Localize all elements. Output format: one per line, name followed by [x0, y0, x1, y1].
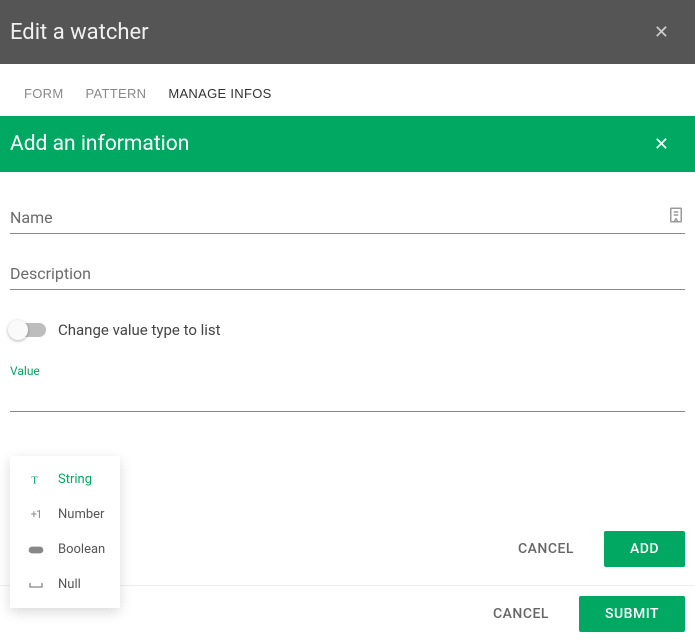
type-option-label: Null: [58, 577, 102, 592]
add-information-modal: Add an information ✕: [0, 116, 695, 585]
type-option-label: Number: [58, 507, 104, 522]
description-input[interactable]: [10, 258, 685, 290]
boolean-icon: [28, 546, 44, 554]
value-field-wrapper: Value: [10, 364, 685, 412]
description-field-wrapper: [10, 258, 685, 290]
tab-manage-infos[interactable]: MANAGE INFOS: [168, 86, 271, 101]
tab-pattern[interactable]: PATTERN: [85, 86, 146, 101]
type-dropdown: T String +1 Number Boolean: [10, 456, 120, 608]
type-option-number[interactable]: +1 Number: [10, 497, 120, 532]
svg-text:T: T: [31, 475, 38, 486]
null-icon: [28, 580, 44, 590]
list-toggle-row: Change value type to list: [10, 320, 685, 340]
name-field-wrapper: [10, 202, 685, 234]
form-history-icon[interactable]: [667, 206, 685, 228]
type-option-null[interactable]: Null: [10, 567, 120, 602]
inner-close-button[interactable]: ✕: [646, 131, 677, 157]
outer-submit-button[interactable]: SUBMIT: [579, 596, 685, 632]
value-label: Value: [10, 364, 685, 378]
outer-modal-title: Edit a watcher: [10, 20, 149, 45]
outer-modal-header: Edit a watcher ✕: [0, 0, 695, 64]
inner-add-button[interactable]: ADD: [604, 531, 685, 567]
list-toggle-switch[interactable]: [10, 320, 46, 340]
switch-knob: [8, 320, 28, 340]
edit-watcher-modal: Edit a watcher ✕ FORM PATTERN MANAGE INF…: [0, 0, 695, 641]
inner-modal-header: Add an information ✕: [0, 116, 695, 172]
string-icon: T: [28, 473, 44, 487]
outer-cancel-button[interactable]: CANCEL: [475, 596, 567, 632]
type-option-label: Boolean: [58, 542, 105, 557]
list-toggle-label: Change value type to list: [58, 321, 221, 339]
outer-close-button[interactable]: ✕: [646, 19, 677, 45]
number-icon: +1: [28, 508, 44, 521]
inner-modal-title: Add an information: [10, 132, 189, 156]
type-option-boolean[interactable]: Boolean: [10, 532, 120, 567]
inner-cancel-button[interactable]: CANCEL: [500, 531, 592, 567]
close-icon: ✕: [654, 22, 669, 42]
name-input[interactable]: [10, 202, 685, 234]
tab-bar: FORM PATTERN MANAGE INFOS: [0, 64, 695, 111]
value-type-select[interactable]: [10, 382, 685, 412]
tab-form[interactable]: FORM: [24, 86, 63, 101]
inner-modal-body: Change value type to list Value T String…: [0, 172, 695, 513]
type-option-label: String: [58, 472, 102, 487]
type-option-string[interactable]: T String: [10, 462, 120, 497]
close-icon: ✕: [654, 134, 669, 154]
